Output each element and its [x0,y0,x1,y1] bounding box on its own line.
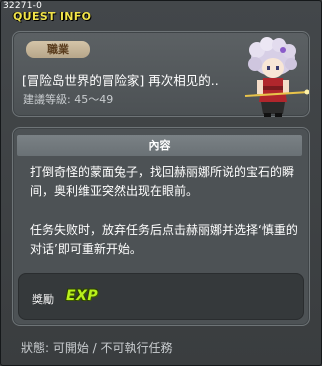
exp-reward-icon: EXP [66,288,99,304]
reward-label: 獎勵 [32,293,54,306]
recommended-level: 建議等級: 45～49 [23,93,114,106]
quest-header-panel: 職業 [冒险岛世界的冒险家] 再次相见的.. 建議等級: 45～49 [12,31,310,117]
job-badge: 職業 [26,41,90,58]
content-header: 內容 [17,135,302,156]
quest-retry-note: 任务失败时，放弃任务后点击赫丽娜并选择‘慎重的对话’即可重新开始。 [30,223,298,256]
quest-info-window: 32271-0 QUEST INFO 職業 [冒险岛世界的冒险家] 再次相见的.… [0,0,322,366]
quest-description: 打倒奇怪的蒙面兔子，找回赫丽娜所说的宝石的瞬间，奥利维亚突然出现在眼前。 [30,165,295,198]
quest-name: [冒险岛世界的冒险家] 再次相见的.. [22,73,219,88]
reward-panel [18,273,304,320]
quest-status: 狀態: 可開始 / 不可執行任務 [21,341,173,355]
window-title: QUEST INFO [13,10,92,23]
npc-portrait-icon [244,37,309,117]
